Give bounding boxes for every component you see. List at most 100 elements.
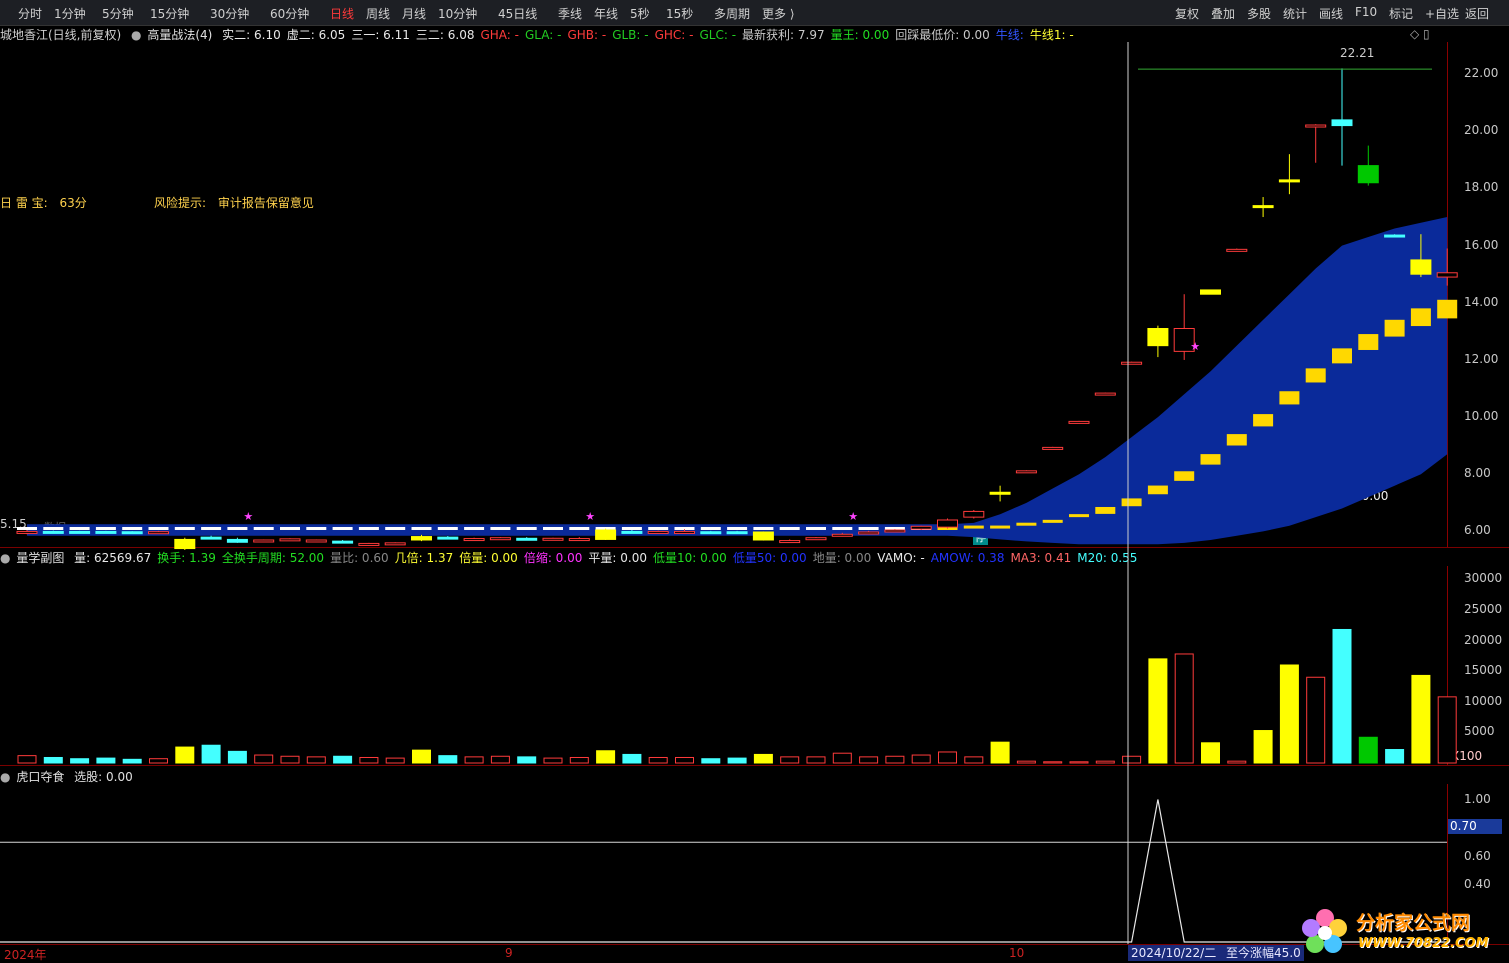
volume-bar [1385,749,1405,764]
volume-bar [1201,742,1220,764]
volume-bar [201,744,221,764]
volume-bar [1332,628,1352,764]
volume-bar [149,758,168,764]
volume-bar [885,755,905,764]
step-line-segment [253,526,274,530]
step-line-segment [411,526,432,530]
candle-body [1015,470,1037,474]
candle-body [174,538,196,550]
volume-bar [727,757,747,764]
volume-bar [1279,664,1299,764]
step-line-segment [437,526,458,530]
candle-body [910,525,932,530]
candle-body [1042,446,1064,450]
step-line-segment [95,526,116,530]
candle-body [1094,392,1116,396]
candle-body [1436,272,1458,278]
volume-bar [990,741,1010,764]
volume-bar [254,754,274,764]
volume-bar [859,756,879,764]
volume-bar [333,755,353,764]
candle-body [542,537,564,541]
candle-body [989,491,1011,495]
step-line-segment [358,526,379,530]
volume-bar [622,753,642,764]
step-line-segment [385,526,406,530]
step-line-segment [1410,308,1431,327]
candle-body [1068,420,1090,424]
candle-body [1200,289,1221,295]
step-line-segment [1095,506,1116,514]
site-watermark: 分析家公式网 WWW.70822.COM [1300,904,1505,960]
candle-body [411,536,432,541]
volume-bar [1411,674,1431,764]
volume-bar [780,756,800,764]
step-line-segment [1226,434,1247,446]
volume-bar [1043,761,1063,764]
step-line-segment [227,526,248,530]
step-line-segment [1305,368,1326,383]
volume-bar [596,750,616,764]
candle-body [884,529,906,533]
volume-bar [359,756,379,764]
candle-body [358,542,380,546]
step-line-segment [1069,514,1089,518]
candle-body [1121,361,1143,365]
volume-bar [806,756,826,764]
candle-body [647,530,669,534]
candle-body [516,537,538,541]
volume-bar [1174,653,1194,764]
volume-bar [490,755,510,764]
candle-body [752,531,774,541]
volume-bar [43,756,63,764]
volume-bar [1437,696,1457,764]
step-line-segment [648,526,669,530]
step-line-segment [280,526,300,530]
step-line-segment [122,526,143,530]
candle-body [121,531,143,535]
watermark-url: WWW.70822.COM [1358,936,1489,951]
volume-bar [412,749,431,764]
candle-body [726,531,748,535]
volume-bar [70,758,90,764]
candle-body [595,529,617,540]
step-line-segment [806,526,826,530]
step-line-segment [779,526,800,530]
volume-bar [175,746,195,764]
step-line-segment [990,525,1011,529]
step-line-segment [1042,519,1063,523]
volume-bar [938,751,957,764]
step-line-segment [700,526,721,530]
candle-body [1252,205,1274,209]
volume-bar [1016,760,1036,764]
candle-body [42,530,64,534]
volume-bar [1148,658,1168,764]
step-line-segment [621,526,642,530]
volume-bar [464,756,484,764]
step-line-segment [69,526,90,530]
candle-body [1147,328,1169,347]
volume-bar [1253,730,1273,764]
step-line-segment [306,526,327,530]
step-line-segment [148,526,169,530]
candle-body [805,537,827,541]
volume-bar [385,757,405,764]
candle-body [253,539,275,543]
candle-body [437,536,459,540]
step-line-segment [1332,348,1352,364]
watermark-name: 分析家公式网 [1356,912,1471,934]
candle-body [937,519,958,528]
candle-body [1410,259,1432,275]
step-line-segment [1147,485,1168,495]
candle-body [200,536,222,540]
kline-chart[interactable]: ★ ★ ★ ★ [0,0,1509,962]
volume-bar [1122,755,1142,764]
candle-body [621,530,643,534]
signal-star-icon: ★ [1190,340,1200,353]
volume-bar [1227,760,1247,764]
trend-band [27,217,1448,545]
step-line-segment [727,526,748,530]
volume-bar [306,756,326,764]
candle-body [16,530,38,534]
volume-bar [96,757,116,764]
